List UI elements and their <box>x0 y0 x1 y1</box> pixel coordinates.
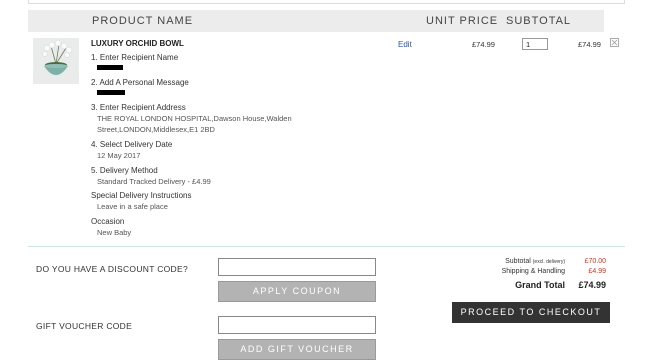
summary-shipping-label: Shipping & Handling <box>501 268 565 275</box>
grand-total-label: Grand Total <box>515 280 565 290</box>
top-border <box>28 0 625 4</box>
delivery-date-value: 12 May 2017 <box>97 151 141 160</box>
redacted-personal-message <box>97 90 125 95</box>
special-instructions-value: Leave in a safe place <box>97 202 168 211</box>
product-name[interactable]: LUXURY ORCHID BOWL <box>91 39 184 48</box>
redacted-recipient-name <box>97 65 123 70</box>
edit-item-link[interactable]: Edit <box>398 40 412 49</box>
occasion-value: New Baby <box>97 228 132 237</box>
summary-shipping-value: £4.99 <box>588 268 606 275</box>
header-product-name: PRODUCT NAME <box>92 15 194 27</box>
header-unit-price: UNIT PRICE <box>426 15 499 27</box>
unit-price-value: £74.99 <box>472 40 495 49</box>
proceed-to-checkout-button[interactable]: PROCEED TO CHECKOUT <box>452 302 610 323</box>
occasion-label: Occasion <box>91 217 125 226</box>
recipient-address-line1: THE ROYAL LONDON HOSPITAL,Dawson House,W… <box>97 114 292 123</box>
summary-subtotal-value: £70.00 <box>584 258 606 265</box>
orchid-bowl-image[interactable] <box>33 38 79 84</box>
item-subtotal-value: £74.99 <box>578 40 601 49</box>
gift-voucher-label: GIFT VOUCHER CODE <box>36 321 133 331</box>
summary-subtotal-label: Subtotal (excl. delivery) <box>505 258 565 265</box>
special-instructions-label: Special Delivery Instructions <box>91 191 192 200</box>
recipient-address-line2: Street,LONDON,Middlesex,E1 2BD <box>97 125 215 134</box>
quantity-input[interactable] <box>522 38 548 50</box>
step-delivery-method: 5. Delivery Method <box>91 166 158 175</box>
grand-total-value: £74.99 <box>578 280 606 290</box>
delivery-method-value: Standard Tracked Delivery - £4.99 <box>97 177 211 186</box>
discount-code-input[interactable] <box>218 258 376 276</box>
cart-table-header: PRODUCT NAME UNIT PRICE SUBTOTAL <box>28 10 604 32</box>
subtotal-note: (excl. delivery) <box>532 259 565 265</box>
gift-voucher-input[interactable] <box>218 316 376 334</box>
section-divider <box>28 246 625 247</box>
step-personal-message: 2. Add A Personal Message <box>91 78 189 87</box>
remove-icon[interactable] <box>610 38 619 47</box>
step-recipient-address: 3. Enter Recipient Address <box>91 103 186 112</box>
header-subtotal: SUBTOTAL <box>506 15 572 27</box>
discount-code-label: DO YOU HAVE A DISCOUNT CODE? <box>36 264 188 274</box>
step-recipient-name: 1. Enter Recipient Name <box>91 53 179 62</box>
add-gift-voucher-button[interactable]: ADD GIFT VOUCHER <box>218 339 376 360</box>
step-delivery-date: 4. Select Delivery Date <box>91 140 173 149</box>
apply-coupon-button[interactable]: APPLY COUPON <box>218 281 376 302</box>
